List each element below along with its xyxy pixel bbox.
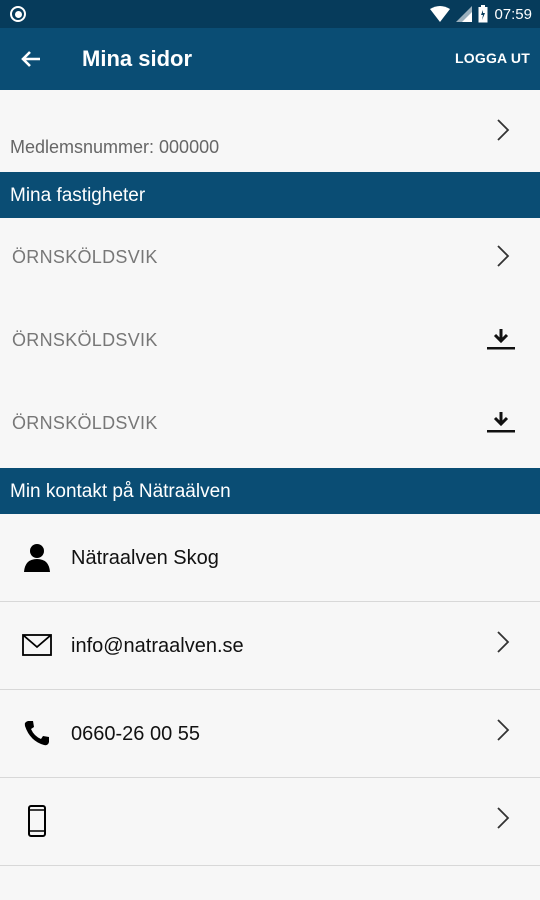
chevron-right-icon: [497, 245, 510, 267]
property-row[interactable]: ÖRNSKÖLDSVIK: [0, 382, 540, 465]
back-arrow-icon: [21, 51, 40, 67]
contact-phone: 0660-26 00 55: [71, 723, 201, 745]
status-time: 07:59: [494, 5, 532, 23]
properties-section-header: Mina fastigheter: [0, 172, 540, 218]
status-bar: 07:59: [0, 0, 540, 28]
contact-section-title: Min kontakt på Nätraälven: [10, 481, 231, 502]
status-icons: 07:59: [430, 4, 532, 24]
property-name: ÖRNSKÖLDSVIK: [12, 247, 158, 267]
contact-row-email[interactable]: info@natraalven.se: [0, 602, 540, 690]
person-icon: [20, 540, 54, 574]
contact-row-phone[interactable]: 0660-26 00 55: [0, 690, 540, 778]
contact-email: info@natraalven.se: [71, 635, 244, 657]
contact-name: Nätraalven Skog: [71, 547, 219, 569]
back-button[interactable]: [16, 44, 46, 74]
app-bar: Mina sidor LOGGA UT: [0, 28, 540, 90]
mail-icon: [20, 628, 54, 662]
logout-button[interactable]: LOGGA UT: [455, 50, 530, 66]
mobile-icon: [20, 804, 54, 838]
chevron-right-icon: [497, 807, 510, 829]
member-number-row[interactable]: Medlemsnummer: 000000: [0, 90, 540, 172]
contact-row-name: Nätraalven Skog: [0, 514, 540, 602]
signal-icon: [456, 6, 473, 22]
chevron-right-icon: [497, 119, 510, 141]
battery-icon: [478, 5, 488, 23]
chevron-right-icon: [497, 631, 510, 653]
download-icon[interactable]: [486, 410, 516, 434]
contact-row-mobile[interactable]: [0, 778, 540, 866]
download-icon[interactable]: [486, 327, 516, 351]
property-row[interactable]: ÖRNSKÖLDSVIK: [0, 299, 540, 382]
property-name: ÖRNSKÖLDSVIK: [12, 413, 158, 433]
member-number-label: Medlemsnummer: 000000: [10, 137, 220, 157]
phone-icon: [20, 716, 54, 750]
wifi-icon: [430, 6, 451, 22]
properties-section-title: Mina fastigheter: [10, 185, 146, 206]
property-name: ÖRNSKÖLDSVIK: [12, 330, 158, 350]
notification-icon: [10, 6, 26, 22]
property-row[interactable]: ÖRNSKÖLDSVIK: [0, 216, 540, 299]
page-title: Mina sidor: [82, 46, 193, 71]
contact-section-header: Min kontakt på Nätraälven: [0, 468, 540, 514]
chevron-right-icon: [497, 719, 510, 741]
